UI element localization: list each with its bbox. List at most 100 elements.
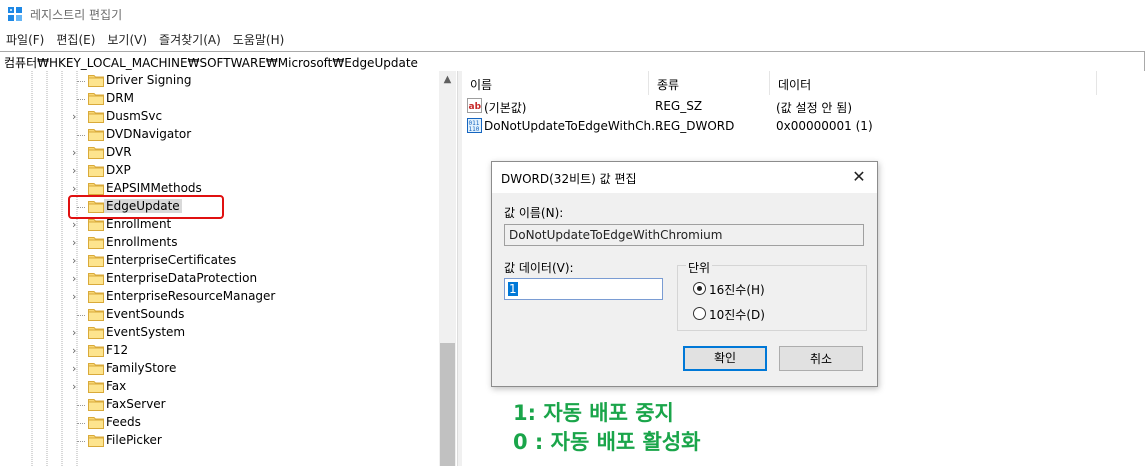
dialog-title-bar[interactable]: DWORD(32비트) 값 편집 ✕ (492, 162, 877, 193)
folder-icon (88, 381, 104, 393)
value-data-text: 1 (508, 282, 518, 296)
menu-help[interactable]: 도움말(H) (227, 29, 291, 49)
tree-connector (77, 81, 85, 82)
folder-icon (88, 327, 104, 339)
chevron-right-icon[interactable]: › (72, 182, 82, 195)
edit-dword-dialog: DWORD(32비트) 값 편집 ✕ 값 이름(N): DoNotUpdateT… (491, 161, 878, 387)
folder-icon (88, 273, 104, 285)
chevron-right-icon[interactable]: › (72, 380, 82, 393)
tree-item[interactable]: › EventSystem (0, 324, 440, 342)
tree-item[interactable]: FaxServer (0, 396, 440, 414)
chevron-right-icon[interactable]: › (72, 254, 82, 267)
folder-icon (88, 75, 104, 87)
tree-item-label: Enrollments (106, 235, 178, 249)
folder-icon (88, 291, 104, 303)
folder-icon (88, 129, 104, 141)
tree-item-label: Enrollment (106, 217, 172, 231)
tree-item[interactable]: Driver Signing (0, 72, 440, 90)
caption-line-stop: 1: 자동 배포 중지 (513, 401, 674, 425)
tree-item[interactable]: › EnterpriseCertificates (0, 252, 440, 270)
tree-item[interactable]: › EnterpriseDataProtection (0, 270, 440, 288)
chevron-right-icon[interactable]: › (72, 272, 82, 285)
title-bar[interactable]: 레지스트리 편집기 (0, 0, 1146, 28)
tree-item-label: Driver Signing (106, 73, 192, 87)
tree-connector (77, 135, 85, 136)
tree-item[interactable]: › Fax (0, 378, 440, 396)
key-tree[interactable]: Driver Signing DRM › DusmSvc DVDNavigator › DV… (0, 71, 457, 466)
caption-line-enable: 0 : 자동 배포 활성화 (513, 430, 701, 454)
tree-item-label: DVDNavigator (106, 127, 192, 141)
address-path: 컴퓨터₩HKEY_LOCAL_MACHINE₩SOFTWARE₩Microsof… (4, 56, 418, 70)
tree-item[interactable]: DRM (0, 90, 440, 108)
tree-item-label: DXP (106, 163, 131, 177)
tree-item-label: EnterpriseResourceManager (106, 289, 276, 303)
menu-edit[interactable]: 편집(E) (50, 29, 101, 49)
radio-decimal[interactable]: 10진수(D) (693, 306, 813, 322)
tree-item[interactable]: › EnterpriseResourceManager (0, 288, 440, 306)
menu-file[interactable]: 파일(F) (0, 29, 50, 49)
folder-icon (88, 417, 104, 429)
value-row[interactable]: 011 110 DoNotUpdateToEdgeWithCh... REG_D… (462, 116, 1146, 136)
tree-item[interactable]: › DusmSvc (0, 108, 440, 126)
chevron-right-icon[interactable]: › (72, 236, 82, 249)
chevron-right-icon[interactable]: › (72, 110, 82, 123)
menu-bar: 파일(F) 편집(E) 보기(V) 즐겨찾기(A) 도움말(H) (0, 29, 290, 49)
chevron-right-icon[interactable]: › (72, 344, 82, 357)
dialog-title: DWORD(32비트) 값 편집 (501, 172, 637, 186)
tree-item-label: EnterpriseCertificates (106, 253, 237, 267)
tree-item-label: DusmSvc (106, 109, 163, 123)
svg-text:110: 110 (469, 126, 480, 133)
binary-value-icon: 011 110 (467, 118, 482, 133)
tree-item[interactable]: › DVR (0, 144, 440, 162)
tree-item[interactable]: DVDNavigator (0, 126, 440, 144)
string-value-icon: ab (467, 98, 482, 113)
folder-icon (88, 183, 104, 195)
tree-connector (77, 405, 85, 406)
regedit-app-icon (8, 7, 22, 21)
column-header-type[interactable]: 종류 (649, 71, 770, 95)
folder-icon (88, 111, 104, 123)
chevron-right-icon[interactable]: › (72, 326, 82, 339)
tree-scrollbar[interactable]: ▲ (439, 71, 456, 466)
tree-item-label: DRM (106, 91, 134, 105)
window-title: 레지스트리 편집기 (30, 8, 123, 22)
chevron-right-icon[interactable]: › (72, 218, 82, 231)
tree-item-label: EnterpriseDataProtection (106, 271, 258, 285)
tree-item-label: F12 (106, 343, 129, 357)
menu-view[interactable]: 보기(V) (101, 29, 153, 49)
radio-hexadecimal[interactable]: 16진수(H) (693, 281, 813, 297)
tree-item-label: FilePicker (106, 433, 162, 447)
tree-item[interactable]: FilePicker (0, 432, 440, 450)
tree-item[interactable]: › FamilyStore (0, 360, 440, 378)
menu-favorites[interactable]: 즐겨찾기(A) (153, 29, 227, 49)
tree-item[interactable]: › DXP (0, 162, 440, 180)
address-bar[interactable]: 컴퓨터₩HKEY_LOCAL_MACHINE₩SOFTWARE₩Microsof… (0, 51, 1145, 72)
tree-item-label: EventSystem (106, 325, 186, 339)
chevron-right-icon[interactable]: › (72, 290, 82, 303)
tree-item-label: DVR (106, 145, 132, 159)
folder-icon (88, 399, 104, 411)
radio-unselected-icon (693, 307, 706, 320)
scroll-up-icon[interactable]: ▲ (439, 71, 456, 88)
chevron-right-icon[interactable]: › (72, 362, 82, 375)
folder-icon (88, 345, 104, 357)
tree-item[interactable]: EventSounds (0, 306, 440, 324)
scroll-thumb[interactable] (440, 343, 455, 466)
tree-item-label: Fax (106, 379, 127, 393)
chevron-right-icon[interactable]: › (72, 164, 82, 177)
chevron-right-icon[interactable]: › (72, 146, 82, 159)
value-data-label: 값 데이터(V): (504, 261, 574, 275)
tree-item[interactable]: › Enrollments (0, 234, 440, 252)
ok-button[interactable]: 확인 (683, 346, 767, 371)
folder-icon (88, 147, 104, 159)
tree-item[interactable]: › F12 (0, 342, 440, 360)
value-data-input[interactable]: 1 (504, 278, 663, 300)
column-header-name[interactable]: 이름 (462, 71, 649, 95)
column-header-data[interactable]: 데이터 (770, 71, 1097, 95)
tree-item[interactable]: Feeds (0, 414, 440, 432)
value-row[interactable]: ab (기본값) REG_SZ (값 설정 안 됨) (462, 96, 1146, 116)
close-icon[interactable]: ✕ (849, 167, 869, 187)
tree-item-label: EAPSIMMethods (106, 181, 202, 195)
tree-connector (77, 99, 85, 100)
cancel-button[interactable]: 취소 (779, 346, 863, 371)
